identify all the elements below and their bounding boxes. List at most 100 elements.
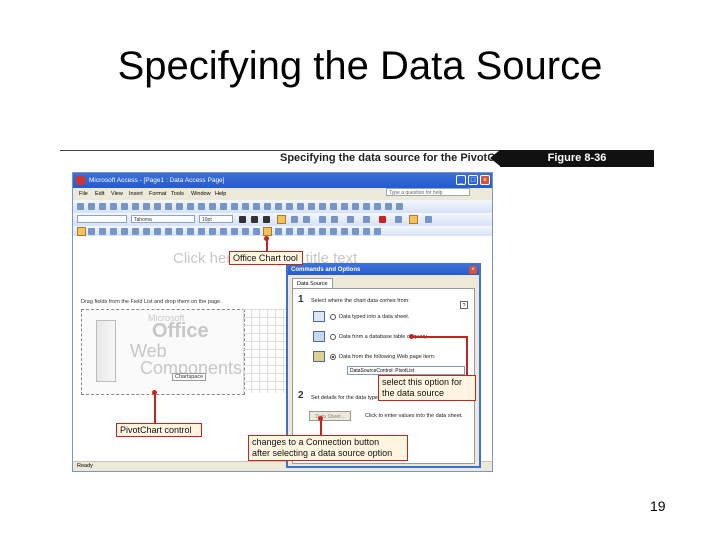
toolbox-button-icon[interactable] bbox=[242, 228, 249, 235]
numbering-icon[interactable] bbox=[319, 216, 326, 223]
standard-toolbar-button-icon[interactable] bbox=[330, 203, 337, 210]
office-chart-tool-icon[interactable] bbox=[263, 227, 272, 236]
standard-toolbar-button-icon[interactable] bbox=[253, 203, 260, 210]
menu-view[interactable]: View bbox=[111, 188, 123, 200]
toolbar-options-icon[interactable] bbox=[425, 216, 432, 223]
toolbox-button-icon[interactable] bbox=[198, 228, 205, 235]
standard-toolbar-button-icon[interactable] bbox=[198, 203, 205, 210]
toolbox-button-icon[interactable] bbox=[253, 228, 260, 235]
toolbox-button-icon[interactable] bbox=[330, 228, 337, 235]
option-database-radio[interactable] bbox=[330, 334, 336, 340]
standard-toolbar-button-icon[interactable] bbox=[264, 203, 271, 210]
menu-insert[interactable]: Insert bbox=[129, 188, 143, 200]
ask-question-box[interactable]: Type a question for help bbox=[386, 188, 470, 196]
standard-toolbar-button-icon[interactable] bbox=[187, 203, 194, 210]
toolbox-button-icon[interactable] bbox=[319, 228, 326, 235]
toolbox-button-icon[interactable] bbox=[275, 228, 282, 235]
standard-toolbar-button-icon[interactable] bbox=[352, 203, 359, 210]
toolbox-button-icon[interactable] bbox=[341, 228, 348, 235]
menu-format[interactable]: Format bbox=[149, 188, 166, 200]
font-color-icon[interactable] bbox=[379, 216, 386, 223]
special-effect-icon[interactable] bbox=[409, 215, 418, 224]
toolbox-button-icon[interactable] bbox=[176, 228, 183, 235]
line-color-icon[interactable] bbox=[395, 216, 402, 223]
standard-toolbar-button-icon[interactable] bbox=[77, 203, 84, 210]
slide-number: 19 bbox=[650, 498, 666, 514]
standard-toolbar-button-icon[interactable] bbox=[88, 203, 95, 210]
toolbox-button-icon[interactable] bbox=[143, 228, 150, 235]
menu-tools[interactable]: Tools bbox=[171, 188, 184, 200]
italic-icon[interactable] bbox=[251, 216, 258, 223]
indent-icon[interactable] bbox=[347, 216, 354, 223]
option-datasheet-radio[interactable] bbox=[330, 314, 336, 320]
standard-toolbar-button-icon[interactable] bbox=[99, 203, 106, 210]
menu-file[interactable]: File bbox=[79, 188, 88, 200]
underline-icon[interactable] bbox=[263, 216, 270, 223]
toolbox-button-icon[interactable] bbox=[209, 228, 216, 235]
standard-toolbar-button-icon[interactable] bbox=[165, 203, 172, 210]
menu-help[interactable]: Help bbox=[215, 188, 226, 200]
web-page-item-select[interactable]: DataSourceControl: PivotList bbox=[347, 366, 465, 375]
align-right-icon[interactable] bbox=[303, 216, 310, 223]
standard-toolbar-button-icon[interactable] bbox=[341, 203, 348, 210]
toolbox-button-icon[interactable] bbox=[99, 228, 106, 235]
standard-toolbar-button-icon[interactable] bbox=[308, 203, 315, 210]
standard-toolbar-button-icon[interactable] bbox=[286, 203, 293, 210]
standard-toolbar-button-icon[interactable] bbox=[275, 203, 282, 210]
toolbox-button-icon[interactable] bbox=[363, 228, 370, 235]
standard-toolbar-button-icon[interactable] bbox=[176, 203, 183, 210]
standard-toolbar-button-icon[interactable] bbox=[209, 203, 216, 210]
toolbox-button-icon[interactable] bbox=[297, 228, 304, 235]
toolbox-button-icon[interactable] bbox=[374, 228, 381, 235]
menu-edit[interactable]: Edit bbox=[95, 188, 104, 200]
option-webpage-label[interactable]: Data from the following Web page item: bbox=[339, 354, 435, 360]
menu-window[interactable]: Window bbox=[191, 188, 211, 200]
standard-toolbar-button-icon[interactable] bbox=[132, 203, 139, 210]
toolbox-button-icon[interactable] bbox=[165, 228, 172, 235]
help-icon[interactable]: ? bbox=[460, 301, 468, 309]
standard-toolbar-button-icon[interactable] bbox=[374, 203, 381, 210]
toolbox-button-icon[interactable] bbox=[220, 228, 227, 235]
toolbox-button-icon[interactable] bbox=[352, 228, 359, 235]
toolbox-button-icon[interactable] bbox=[231, 228, 238, 235]
option-datasheet-label[interactable]: Data typed into a data sheet. bbox=[339, 314, 409, 320]
font-size-select[interactable]: 10pt bbox=[199, 215, 233, 223]
toolbox-button-icon[interactable] bbox=[110, 228, 117, 235]
toolbox-button-icon[interactable] bbox=[308, 228, 315, 235]
standard-toolbar-button-icon[interactable] bbox=[220, 203, 227, 210]
minimize-button[interactable]: _ bbox=[456, 175, 466, 185]
standard-toolbar-button-icon[interactable] bbox=[154, 203, 161, 210]
toolbox-button-icon[interactable] bbox=[187, 228, 194, 235]
select-objects-icon[interactable] bbox=[77, 227, 86, 236]
font-name-select[interactable]: Tahoma bbox=[131, 215, 195, 223]
toolbox-button-icon[interactable] bbox=[286, 228, 293, 235]
align-center-icon[interactable] bbox=[291, 216, 298, 223]
callout-select-option-line-2: the data source bbox=[382, 388, 445, 398]
dialog-close-icon[interactable]: × bbox=[469, 266, 477, 274]
style-select[interactable] bbox=[77, 215, 127, 223]
maximize-button[interactable]: □ bbox=[468, 175, 478, 185]
standard-toolbar-button-icon[interactable] bbox=[231, 203, 238, 210]
pivotchart-control[interactable]: Microsoft Office Web Components bbox=[81, 309, 245, 395]
standard-toolbar-button-icon[interactable] bbox=[396, 203, 403, 210]
standard-toolbar-button-icon[interactable] bbox=[319, 203, 326, 210]
toolbox-button-icon[interactable] bbox=[88, 228, 95, 235]
bold-icon[interactable] bbox=[239, 216, 246, 223]
toolbox-button-icon[interactable] bbox=[132, 228, 139, 235]
toolbox-button-icon[interactable] bbox=[121, 228, 128, 235]
toolbox-button-icon[interactable] bbox=[154, 228, 161, 235]
bullets-icon[interactable] bbox=[331, 216, 338, 223]
standard-toolbar-button-icon[interactable] bbox=[110, 203, 117, 210]
standard-toolbar-button-icon[interactable] bbox=[143, 203, 150, 210]
standard-toolbar-button-icon[interactable] bbox=[297, 203, 304, 210]
data-sheet-hint: Click to enter values into the data shee… bbox=[365, 413, 463, 419]
standard-toolbar-button-icon[interactable] bbox=[385, 203, 392, 210]
standard-toolbar-button-icon[interactable] bbox=[242, 203, 249, 210]
data-sheet-button[interactable]: Data Sheet... bbox=[309, 411, 351, 421]
option-webpage-radio[interactable] bbox=[330, 354, 336, 360]
standard-toolbar-button-icon[interactable] bbox=[121, 203, 128, 210]
close-button[interactable]: × bbox=[480, 175, 490, 185]
align-left-icon[interactable] bbox=[277, 215, 286, 224]
fill-color-icon[interactable] bbox=[363, 216, 370, 223]
standard-toolbar-button-icon[interactable] bbox=[363, 203, 370, 210]
